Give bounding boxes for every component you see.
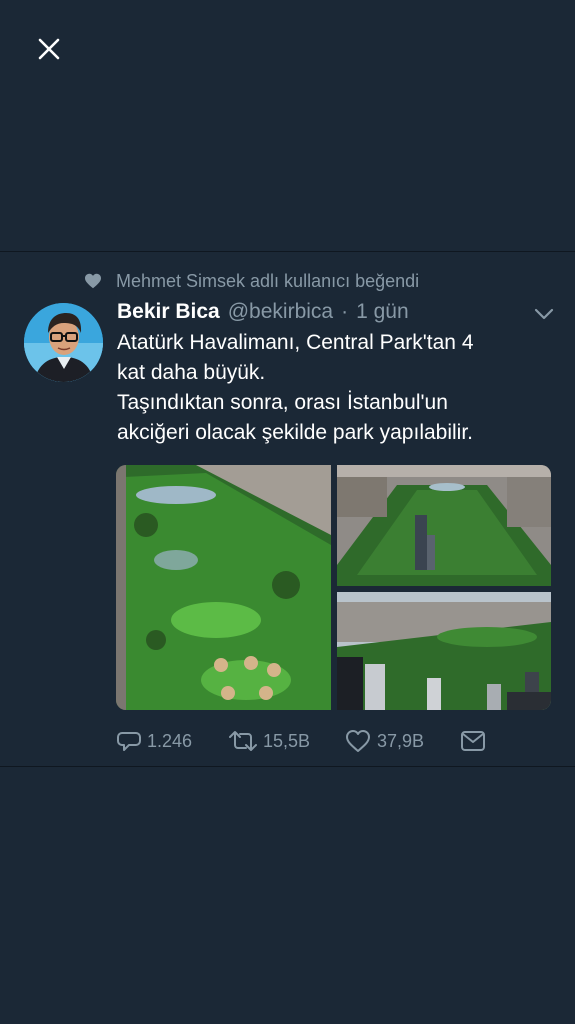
tweet-header: Bekir Bica @bekirbica · 1 gün bbox=[117, 300, 409, 326]
park-skyline-image bbox=[337, 465, 551, 586]
tweet-text: Atatürk Havalimanı, Central Park'tan 4 k… bbox=[117, 328, 547, 448]
retweet-button[interactable]: 15,5B bbox=[229, 726, 310, 756]
direct-message-button[interactable] bbox=[460, 726, 486, 756]
media-photo[interactable] bbox=[337, 465, 551, 586]
separator-dot: · bbox=[341, 300, 349, 323]
timestamp[interactable]: 1 gün bbox=[356, 300, 409, 324]
park-aerial-image bbox=[116, 465, 331, 710]
reply-count: 1.246 bbox=[147, 730, 193, 751]
tweet-text-line: Atatürk Havalimanı, Central Park'tan 4 bbox=[117, 331, 474, 354]
reply-button[interactable]: 1.246 bbox=[117, 726, 192, 756]
reply-icon bbox=[117, 732, 141, 751]
author-handle[interactable]: @bekirbica bbox=[228, 300, 333, 324]
like-count: 37,9B bbox=[377, 730, 425, 751]
direct-message-icon bbox=[461, 731, 485, 751]
close-button[interactable] bbox=[34, 34, 64, 64]
tweet-card[interactable]: Mehmet Simsek adlı kullanıcı beğendi Bek… bbox=[0, 251, 575, 767]
like-icon bbox=[346, 730, 370, 752]
media-photo[interactable] bbox=[116, 465, 331, 710]
tweet-text-line: Taşındıktan sonra, orası İstanbul'un bbox=[117, 391, 448, 414]
tweet-text-line: akciğeri olacak şekilde park yapılabilir… bbox=[117, 421, 474, 444]
like-button[interactable]: 37,9B bbox=[345, 726, 424, 756]
heart-icon bbox=[85, 273, 101, 289]
tweet-actions: 1.246 15,5B 37,9B bbox=[117, 726, 557, 756]
avatar[interactable] bbox=[24, 303, 103, 382]
close-icon bbox=[38, 38, 60, 60]
retweet-icon bbox=[229, 731, 257, 751]
retweet-count: 15,5B bbox=[263, 730, 311, 751]
social-context-text: Mehmet Simsek adlı kullanıcı beğendi bbox=[116, 270, 420, 291]
media-grid bbox=[116, 465, 551, 710]
chevron-down-icon bbox=[534, 308, 554, 320]
park-buildings-image bbox=[337, 592, 551, 710]
tweet-text-line: kat daha büyük. bbox=[117, 361, 266, 384]
media-photo[interactable] bbox=[337, 592, 551, 710]
tweet-menu-button[interactable] bbox=[533, 306, 555, 322]
author-name[interactable]: Bekir Bica bbox=[117, 300, 220, 324]
avatar-image bbox=[24, 303, 103, 382]
social-context: Mehmet Simsek adlı kullanıcı beğendi bbox=[84, 270, 419, 292]
